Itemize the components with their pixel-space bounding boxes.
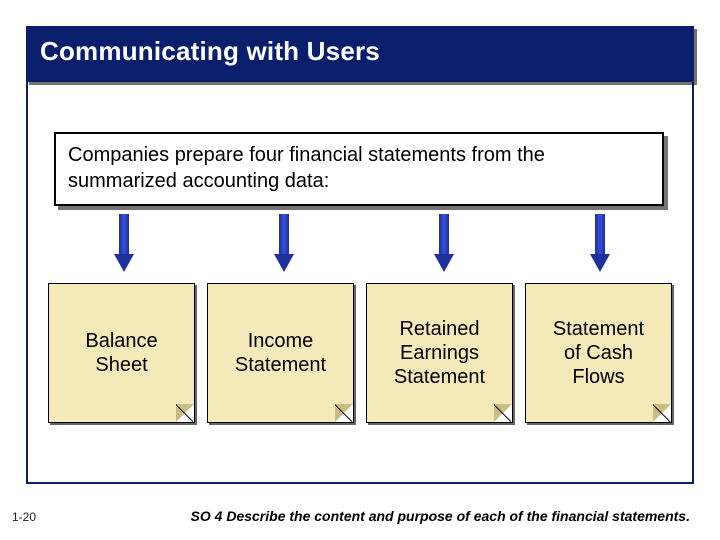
card-balance-sheet: BalanceSheet (48, 283, 195, 423)
arrow-icon (434, 214, 454, 272)
card-label: IncomeStatement (235, 329, 326, 377)
statement-cards-row: BalanceSheet IncomeStatement RetainedEar… (48, 283, 672, 423)
card-cash-flows: Statementof CashFlows (525, 283, 672, 423)
intro-text: Companies prepare four financial stateme… (68, 144, 545, 192)
slide-title: Communicating with Users (40, 36, 380, 67)
card-income-statement: IncomeStatement (207, 283, 354, 423)
card-label: Statementof CashFlows (553, 317, 644, 389)
arrow-icon (274, 214, 294, 272)
card-label: RetainedEarningsStatement (394, 317, 485, 389)
card-label: BalanceSheet (85, 329, 157, 377)
intro-text-box: Companies prepare four financial stateme… (54, 132, 664, 206)
page-number: 1-20 (12, 510, 36, 524)
arrow-icon (114, 214, 134, 272)
learning-objective-footer: SO 4 Describe the content and purpose of… (170, 508, 690, 524)
card-retained-earnings: RetainedEarningsStatement (366, 283, 513, 423)
arrow-icon (590, 214, 610, 272)
